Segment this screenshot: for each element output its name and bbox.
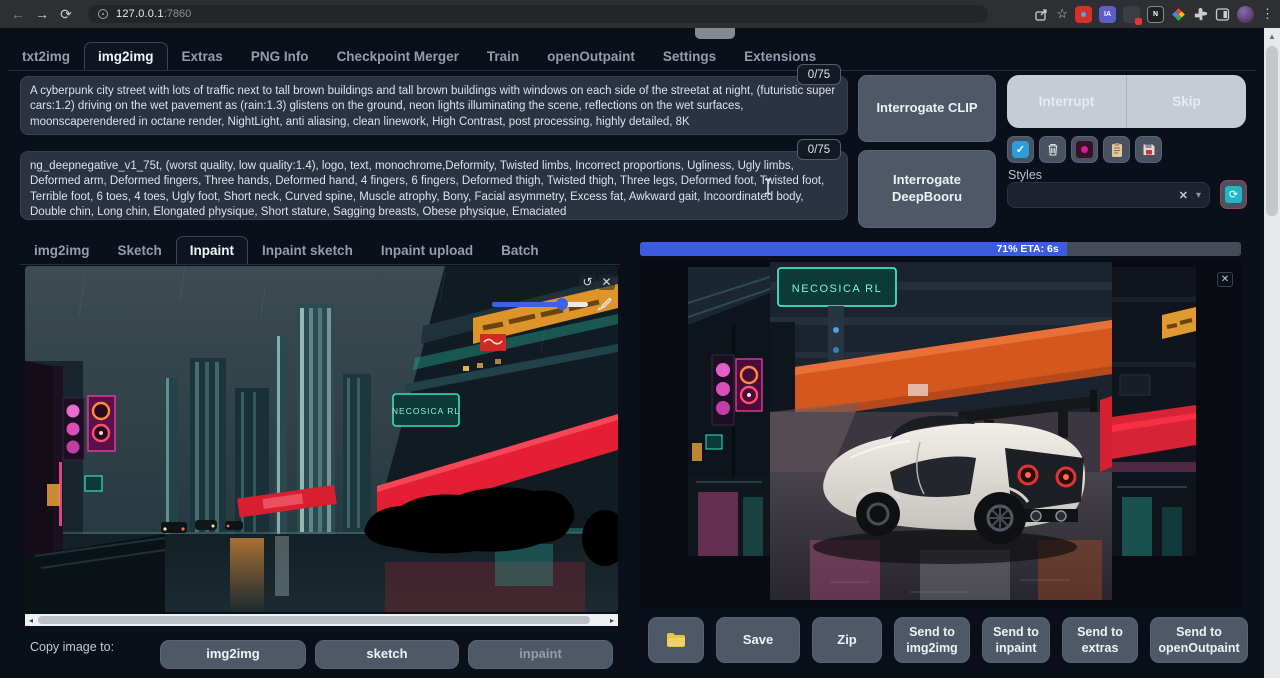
tab-inpaint-sketch[interactable]: Inpaint sketch — [248, 236, 367, 264]
tab-extras[interactable]: Extras — [168, 42, 237, 70]
scroll-left-icon[interactable]: ◂ — [25, 616, 37, 625]
browser-toolbar: ← → ⟳ 127.0.0.1 :7860 ☆ IA N ⋮ — [0, 0, 1280, 28]
tab-png-info[interactable]: PNG Info — [237, 42, 323, 70]
canvas-sign-text: NECOSICA RL — [392, 406, 460, 416]
scroll-right-icon[interactable]: ▸ — [606, 616, 618, 625]
tab-train[interactable]: Train — [473, 42, 533, 70]
menu-icon[interactable]: ⋮ — [1261, 6, 1274, 22]
extension-icon-ia[interactable]: IA — [1099, 6, 1116, 23]
extra-networks-button[interactable] — [1071, 136, 1098, 163]
interrogate-clip-button[interactable]: Interrogate CLIP — [858, 75, 996, 142]
refresh-icon: ⟳ — [1225, 186, 1242, 203]
text-cursor — [763, 178, 773, 195]
refresh-styles-button[interactable]: ⟳ — [1220, 180, 1247, 209]
sidebar-icon[interactable] — [1215, 7, 1230, 22]
extension-icon-n[interactable]: N — [1147, 6, 1164, 23]
styles-label: Styles — [1008, 168, 1042, 182]
canvas-scrollbar[interactable]: ◂ ▸ — [25, 614, 618, 626]
tab-img2img[interactable]: img2img — [84, 42, 168, 70]
undo-icon[interactable]: ↺ — [579, 274, 596, 290]
send-to-inpaint-button[interactable]: Send to inpaint — [982, 617, 1050, 663]
save-style-icon — [1142, 142, 1156, 157]
inpaint-source-image: NECOSICA RL — [25, 266, 618, 612]
copy-image-to-label: Copy image to: — [30, 640, 114, 654]
clipboard-icon — [1110, 142, 1124, 158]
clear-image-icon[interactable]: ✕ — [598, 274, 615, 290]
tab-img2img-mode[interactable]: img2img — [20, 236, 104, 264]
preview-image-left[interactable] — [688, 267, 770, 556]
brush-icon[interactable] — [596, 296, 612, 312]
page-scrollbar[interactable]: ▲ — [1264, 28, 1280, 678]
progress-label: 71% ETA: 6s — [996, 243, 1058, 255]
brush-size-slider[interactable] — [492, 302, 588, 307]
send-to-openoutpaint-button[interactable]: Send to openOutpaint — [1150, 617, 1248, 663]
extension-icon-red[interactable] — [1075, 6, 1092, 23]
tab-inpaint[interactable]: Inpaint — [176, 236, 248, 264]
extension-icon-diamond[interactable] — [1171, 7, 1186, 22]
save-style-button[interactable] — [1135, 136, 1162, 163]
send-to-img2img-button[interactable]: Send to img2img — [894, 617, 970, 663]
forward-icon[interactable]: → — [30, 6, 54, 22]
url-host: 127.0.0.1 — [116, 8, 164, 20]
paste-generation-params-button[interactable]: ✓ — [1007, 136, 1034, 163]
apply-styles-button[interactable] — [1103, 136, 1130, 163]
cropped-ui-fragment — [695, 28, 735, 39]
address-bar[interactable]: 127.0.0.1 :7860 — [88, 5, 988, 23]
prompt-input[interactable]: A cyberpunk city street with lots of tra… — [20, 76, 848, 135]
close-gallery-icon[interactable]: ✕ — [1217, 272, 1233, 287]
tab-checkpoint-merger[interactable]: Checkpoint Merger — [323, 42, 473, 70]
tab-batch[interactable]: Batch — [487, 236, 553, 264]
skip-button[interactable]: Skip — [1127, 75, 1246, 128]
img2img-tab-bar: img2img Sketch Inpaint Inpaint sketch In… — [20, 236, 620, 265]
live-preview-gallery: NECOSICA RL — [640, 260, 1241, 608]
send-to-extras-button[interactable]: Send to extras — [1062, 617, 1138, 663]
extra-networks-icon — [1076, 141, 1093, 158]
progress-fill: 71% ETA: 6s — [640, 242, 1067, 256]
negative-token-counter: 0/75 — [797, 139, 841, 160]
bookmark-icon[interactable]: ☆ — [1056, 6, 1068, 22]
preview-image-center[interactable]: NECOSICA RL — [770, 262, 1112, 600]
back-icon[interactable]: ← — [6, 6, 30, 22]
chevron-down-icon[interactable]: ▾ — [1196, 190, 1201, 201]
canvas-scrollbar-thumb[interactable] — [38, 616, 590, 624]
profile-avatar[interactable] — [1237, 6, 1254, 23]
paste-icon: ✓ — [1012, 141, 1029, 158]
clear-styles-icon[interactable]: ✕ — [1179, 189, 1188, 202]
copy-to-inpaint-button[interactable]: inpaint — [468, 640, 613, 669]
tab-txt2img[interactable]: txt2img — [8, 42, 84, 70]
progress-bar: 71% ETA: 6s — [640, 242, 1241, 256]
inpaint-canvas[interactable]: NECOSICA RL — [25, 266, 618, 612]
slider-thumb[interactable] — [556, 298, 568, 310]
reload-icon[interactable]: ⟳ — [54, 6, 78, 23]
tab-sketch[interactable]: Sketch — [104, 236, 176, 264]
negative-prompt-input[interactable]: ng_deepnegative_v1_75t, (worst quality, … — [20, 151, 848, 220]
extension-icon-badge[interactable] — [1123, 6, 1140, 23]
prompt-token-counter: 0/75 — [797, 64, 841, 85]
site-info-icon[interactable] — [98, 9, 108, 19]
url-port: :7860 — [164, 8, 192, 20]
main-tab-bar: txt2img img2img Extras PNG Info Checkpoi… — [8, 42, 1256, 71]
styles-dropdown[interactable]: ✕ ▾ — [1007, 182, 1210, 208]
share-icon[interactable] — [1034, 7, 1049, 22]
preview-image-right[interactable] — [1112, 267, 1196, 556]
save-button[interactable]: Save — [716, 617, 800, 663]
extensions-puzzle-icon[interactable] — [1193, 7, 1208, 22]
copy-to-sketch-button[interactable]: sketch — [315, 640, 459, 669]
interrogate-deepbooru-button[interactable]: Interrogate DeepBooru — [858, 150, 996, 228]
trash-icon — [1046, 142, 1060, 157]
interrupt-button[interactable]: Interrupt — [1007, 75, 1127, 128]
copy-to-img2img-button[interactable]: img2img — [160, 640, 306, 669]
tab-openoutpaint[interactable]: openOutpaint — [533, 42, 649, 70]
zip-button[interactable]: Zip — [812, 617, 882, 663]
tab-inpaint-upload[interactable]: Inpaint upload — [367, 236, 487, 264]
tab-settings[interactable]: Settings — [649, 42, 730, 70]
preview-sign-text: NECOSICA RL — [792, 283, 882, 295]
stable-diffusion-webui: ← → ⟳ 127.0.0.1 :7860 ☆ IA N ⋮ ▲ txt2img — [0, 0, 1280, 678]
open-folder-button[interactable] — [648, 617, 704, 663]
page-scrollbar-thumb[interactable] — [1266, 46, 1278, 216]
folder-icon — [666, 632, 686, 648]
clear-prompt-button[interactable] — [1039, 136, 1066, 163]
interrupt-skip-group: Interrupt Skip — [1007, 75, 1246, 128]
scrollbar-up-icon[interactable]: ▲ — [1264, 28, 1280, 41]
